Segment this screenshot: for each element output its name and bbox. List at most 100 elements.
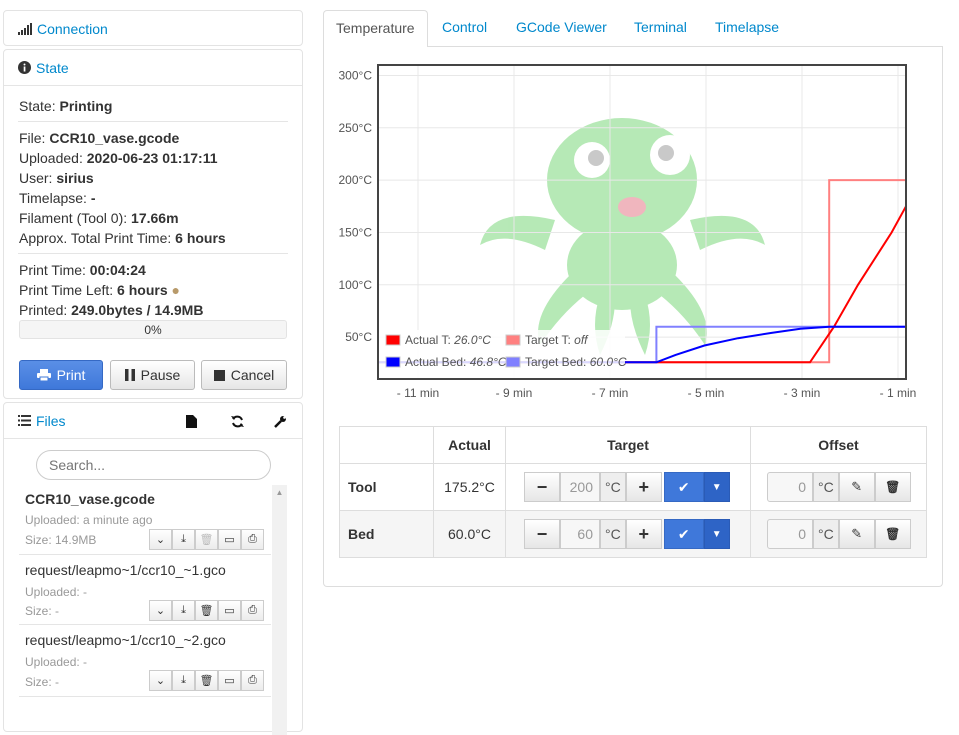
delete-icon[interactable]: 🗑 — [195, 529, 218, 550]
edit-offset-pencil-icon[interactable]: ✎ — [838, 519, 875, 549]
header-empty — [339, 426, 434, 464]
target-dropdown-caret-icon[interactable]: ▼ — [703, 472, 730, 502]
load-folder-icon[interactable]: ▭ — [218, 600, 241, 621]
timelapse-line: Timelapse: - — [19, 190, 96, 206]
checkmark-icon: ✔ — [677, 525, 690, 542]
files-title[interactable]: Files — [36, 413, 66, 429]
header-offset: Offset — [750, 426, 927, 464]
tab-temperature[interactable]: Temperature — [323, 10, 428, 47]
legend-swatch — [505, 334, 521, 346]
legend-label: Target T: off — [525, 333, 589, 347]
y-tick-label: 100°C — [339, 278, 373, 292]
files-header[interactable]: Files — [4, 403, 302, 439]
row-name: Tool — [339, 463, 434, 511]
file-item[interactable]: request/leapmo~1/ccr10_~2.gco Uploaded: … — [19, 627, 271, 697]
file-name[interactable]: request/leapmo~1/ccr10_~1.gco — [25, 562, 226, 578]
uploaded-line: Uploaded: 2020-06-23 01:17:11 — [19, 150, 218, 166]
y-tick-label: 300°C — [339, 68, 373, 82]
file-line: File: CCR10_vase.gcode — [19, 130, 180, 146]
target-cell: − °C + ✔ ▼ — [505, 463, 751, 511]
print-file-icon[interactable]: ⎙ — [241, 670, 264, 691]
target-cell: − °C + ✔ ▼ — [505, 510, 751, 558]
offset-cell: °C ✎ 🗑 — [750, 510, 927, 558]
set-target-button[interactable]: ✔ — [663, 519, 704, 549]
target-dropdown-caret-icon[interactable]: ▼ — [703, 519, 730, 549]
user-line: User: sirius — [19, 170, 94, 186]
state-panel: State State: Printing File: CCR10_vase.g… — [3, 49, 303, 399]
state-title[interactable]: State — [36, 60, 69, 76]
decrease-target-button[interactable]: − — [524, 472, 560, 502]
state-header[interactable]: State — [4, 50, 302, 86]
download-icon[interactable]: ⤓ — [172, 529, 195, 550]
clear-offset-trash-icon[interactable]: 🗑 — [874, 472, 911, 502]
x-tick-label: - 1 min — [880, 386, 917, 400]
file-name[interactable]: request/leapmo~1/ccr10_~2.gco — [25, 632, 226, 648]
cancel-button[interactable]: Cancel — [201, 360, 287, 390]
increase-target-button[interactable]: + — [625, 519, 662, 549]
bed-offset-input[interactable] — [767, 519, 813, 549]
files-panel: Files ▲ CCR10_vase.gcode Uploaded: a min… — [3, 402, 303, 735]
expand-chevron-icon[interactable]: ⌄ — [149, 670, 172, 691]
tab-terminal[interactable]: Terminal — [622, 10, 699, 47]
file-actions: ⌄ ⤓ 🗑 ▭ ⎙ — [149, 600, 264, 621]
delete-icon[interactable]: 🗑 — [195, 670, 218, 691]
row-actual: 60.0°C — [433, 510, 506, 558]
pause-icon — [124, 369, 135, 381]
set-target-button[interactable]: ✔ — [663, 472, 704, 502]
expand-chevron-icon[interactable]: ⌄ — [149, 600, 172, 621]
file-name[interactable]: CCR10_vase.gcode — [25, 491, 155, 507]
file-item[interactable]: request/leapmo~1/ccr10_~1.gco Uploaded: … — [19, 557, 271, 625]
download-icon[interactable]: ⤓ — [172, 600, 195, 621]
edit-offset-pencil-icon[interactable]: ✎ — [838, 472, 875, 502]
signal-icon — [18, 23, 32, 35]
load-folder-icon[interactable]: ▭ — [218, 529, 241, 550]
download-icon[interactable]: ⤓ — [172, 670, 195, 691]
expand-chevron-icon[interactable]: ⌄ — [149, 529, 172, 550]
bed-target-input[interactable] — [560, 519, 600, 549]
print-file-icon[interactable]: ⎙ — [241, 600, 264, 621]
print-time-line: Print Time: 00:04:24 — [19, 262, 146, 278]
wrench-icon[interactable] — [274, 415, 287, 428]
table-row-tool: Tool 175.2°C − °C + ✔ ▼ °C ✎ 🗑 — [339, 463, 927, 511]
decrease-target-button[interactable]: − — [524, 519, 560, 549]
connection-title[interactable]: Connection — [37, 21, 108, 37]
file-uploaded: Uploaded: a minute ago — [25, 513, 153, 527]
new-file-icon[interactable] — [186, 415, 197, 428]
tab-bar: Temperature Control GCode Viewer Termina… — [323, 0, 943, 47]
load-folder-icon[interactable]: ▭ — [218, 670, 241, 691]
tab-line — [427, 46, 943, 47]
header-target: Target — [505, 426, 751, 464]
print-file-icon[interactable]: ⎙ — [241, 529, 264, 550]
printed-line: Printed: 249.0bytes / 14.9MB — [19, 302, 204, 318]
chart-y-axis: 300°C 250°C 200°C 150°C 100°C 50°C — [339, 68, 373, 344]
connection-header[interactable]: Connection — [4, 11, 302, 47]
x-tick-label: - 9 min — [496, 386, 533, 400]
file-size: Size: 14.9MB — [25, 533, 97, 547]
tab-timelapse[interactable]: Timelapse — [703, 10, 791, 47]
tool-target-input[interactable] — [560, 472, 600, 502]
increase-target-button[interactable]: + — [625, 472, 662, 502]
y-tick-label: 200°C — [339, 173, 373, 187]
pause-button[interactable]: Pause — [110, 360, 195, 390]
tab-gcode-viewer[interactable]: GCode Viewer — [504, 10, 619, 47]
legend-value: 46.8°C — [470, 355, 507, 369]
legend-swatch — [505, 356, 521, 368]
y-tick-label: 150°C — [339, 225, 373, 239]
refresh-icon[interactable] — [231, 415, 244, 428]
clear-offset-trash-icon[interactable]: 🗑 — [874, 519, 911, 549]
file-item[interactable]: CCR10_vase.gcode Uploaded: a minute ago … — [19, 489, 271, 555]
progress-text: 0% — [144, 323, 162, 337]
scroll-up-arrow-icon[interactable]: ▲ — [272, 485, 287, 497]
delete-icon[interactable]: 🗑 — [195, 600, 218, 621]
tab-control[interactable]: Control — [430, 10, 499, 47]
file-size: Size: - — [25, 675, 60, 689]
filament-line: Filament (Tool 0): 17.66m — [19, 210, 179, 226]
file-search-input[interactable] — [36, 450, 271, 480]
print-button[interactable]: Print — [19, 360, 103, 390]
temperature-table: Actual Target Offset Tool 175.2°C − °C +… — [339, 426, 927, 558]
unit-addon: °C — [813, 472, 839, 502]
file-list-scrollbar[interactable]: ▲ — [272, 485, 287, 735]
tool-offset-input[interactable] — [767, 472, 813, 502]
octoprint-logo-watermark — [480, 118, 765, 355]
approx-time-line: Approx. Total Print Time: 6 hours — [19, 230, 226, 246]
